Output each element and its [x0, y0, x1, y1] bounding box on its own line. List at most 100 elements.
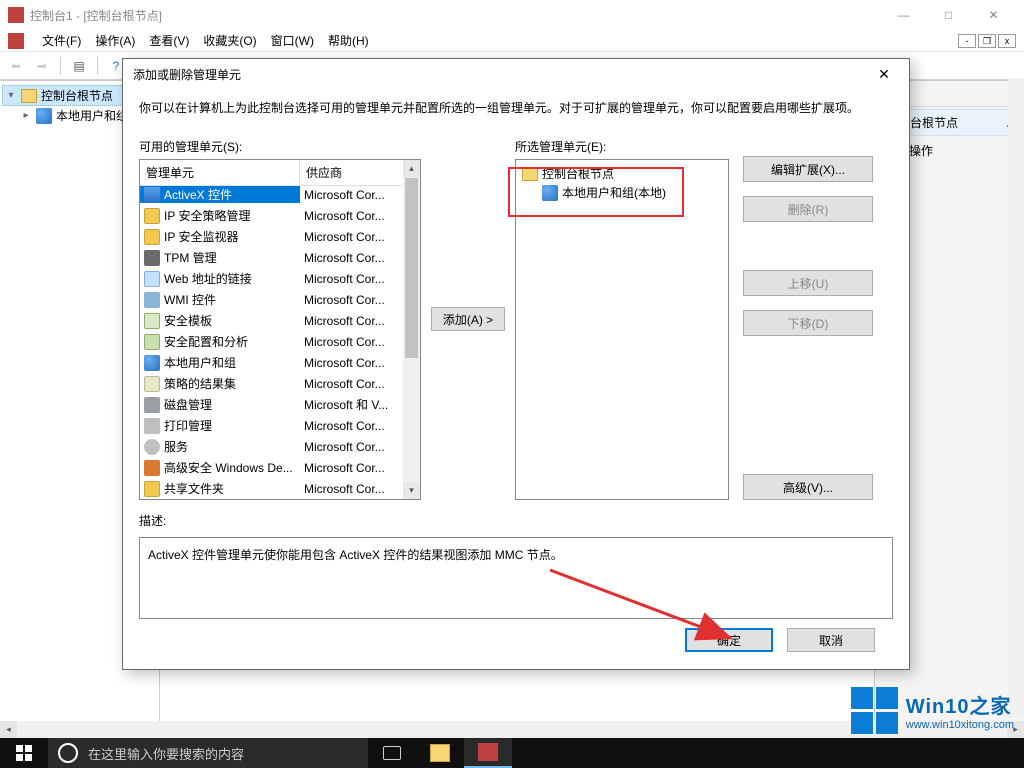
- menu-view[interactable]: 查看(V): [149, 32, 189, 49]
- scroll-down-icon[interactable]: ▾: [403, 482, 420, 499]
- dialog-body: 你可以在计算机上为此控制台选择可用的管理单元并配置所选的一组管理单元。对于可扩展…: [123, 89, 909, 669]
- list-item[interactable]: 服务Microsoft Cor...: [140, 436, 403, 457]
- add-remove-snapin-dialog: 添加或删除管理单元 ✕ 你可以在计算机上为此控制台选择可用的管理单元并配置所选的…: [122, 58, 910, 670]
- dialog-close-button[interactable]: ✕: [869, 59, 899, 89]
- list-item[interactable]: WMI 控件Microsoft Cor...: [140, 289, 403, 310]
- snapin-icon: [144, 397, 160, 413]
- list-item[interactable]: 高级安全 Windows De...Microsoft Cor...: [140, 457, 403, 478]
- move-up-button[interactable]: 上移(U): [743, 270, 873, 296]
- list-item[interactable]: 打印管理Microsoft Cor...: [140, 415, 403, 436]
- watermark: Win10之家 www.win10xitong.com: [851, 687, 1014, 734]
- snapin-icon: [144, 271, 160, 287]
- col-snapin[interactable]: 管理单元: [140, 160, 300, 185]
- menubar: 文件(F) 操作(A) 查看(V) 收藏夹(O) 窗口(W) 帮助(H) - ❐…: [0, 30, 1024, 52]
- search-placeholder: 在这里输入你要搜索的内容: [88, 744, 244, 763]
- selected-snapins-tree[interactable]: 控制台根节点 本地用户和组(本地): [515, 159, 729, 500]
- main-titlebar: 控制台1 - [控制台根节点] — □ ✕: [0, 0, 1024, 30]
- available-snapins-list[interactable]: 管理单元 供应商 ActiveX 控件Microsoft Cor...IP 安全…: [139, 159, 421, 500]
- tree-child-label: 本地用户和组: [56, 107, 128, 124]
- show-hide-tree-button[interactable]: ▤: [67, 55, 91, 77]
- ok-button[interactable]: 确定: [685, 628, 773, 652]
- minimize-button[interactable]: —: [881, 0, 926, 30]
- task-view-button[interactable]: [368, 738, 416, 768]
- forward-button[interactable]: ➡: [30, 55, 54, 77]
- list-item[interactable]: IP 安全监视器Microsoft Cor...: [140, 226, 403, 247]
- scrollbar-thumb[interactable]: [405, 178, 418, 358]
- windows-icon: [16, 745, 32, 761]
- add-button[interactable]: 添加(A) >: [431, 307, 505, 331]
- list-scrollbar[interactable]: ▴ ▾: [403, 160, 420, 499]
- snapin-icon: [144, 376, 160, 392]
- users-icon: [542, 185, 558, 201]
- list-item[interactable]: 策略的结果集Microsoft Cor...: [140, 373, 403, 394]
- mmc-doc-icon: [8, 33, 24, 49]
- mmc-icon: [8, 7, 24, 23]
- list-item[interactable]: TPM 管理Microsoft Cor...: [140, 247, 403, 268]
- taskbar: 在这里输入你要搜索的内容: [0, 738, 1024, 768]
- edit-extensions-button[interactable]: 编辑扩展(X)...: [743, 156, 873, 182]
- tree-expand-icon[interactable]: ▸: [20, 110, 32, 122]
- snapin-icon: [144, 481, 160, 497]
- right-scrollgutter: [1008, 78, 1024, 718]
- list-item[interactable]: 本地用户和组Microsoft Cor...: [140, 352, 403, 373]
- list-item[interactable]: 安全模板Microsoft Cor...: [140, 310, 403, 331]
- window-title: 控制台1 - [控制台根节点]: [30, 7, 162, 24]
- taskbar-mmc[interactable]: [464, 738, 512, 768]
- list-item[interactable]: 磁盘管理Microsoft 和 V...: [140, 394, 403, 415]
- users-icon: [36, 108, 52, 124]
- col-vendor[interactable]: 供应商: [300, 160, 420, 185]
- menu-action[interactable]: 操作(A): [95, 32, 135, 49]
- snapin-icon: [144, 250, 160, 266]
- snapin-icon: [144, 313, 160, 329]
- maximize-button[interactable]: □: [926, 0, 971, 30]
- selected-child[interactable]: 本地用户和组(本地): [540, 183, 724, 202]
- menu-help[interactable]: 帮助(H): [328, 32, 369, 49]
- mdi-restore[interactable]: ❐: [978, 34, 996, 48]
- snapin-icon: [144, 187, 160, 203]
- advanced-button[interactable]: 高级(V)...: [743, 474, 873, 500]
- tree-root-label: 控制台根节点: [41, 87, 113, 104]
- dialog-description: 你可以在计算机上为此控制台选择可用的管理单元并配置所选的一组管理单元。对于可扩展…: [139, 99, 893, 118]
- move-down-button[interactable]: 下移(D): [743, 310, 873, 336]
- snapin-icon: [144, 334, 160, 350]
- selected-label: 所选管理单元(E):: [515, 138, 729, 155]
- list-item[interactable]: ActiveX 控件Microsoft Cor...: [140, 184, 403, 205]
- close-button[interactable]: ✕: [971, 0, 1016, 30]
- cortana-icon: [58, 743, 78, 763]
- scroll-up-icon[interactable]: ▴: [403, 160, 420, 177]
- desc-label: 描述:: [139, 512, 893, 529]
- taskbar-search[interactable]: 在这里输入你要搜索的内容: [48, 738, 368, 768]
- list-item[interactable]: Web 地址的链接Microsoft Cor...: [140, 268, 403, 289]
- tree-collapse-icon[interactable]: ▾: [5, 90, 17, 102]
- mdi-close[interactable]: x: [998, 34, 1016, 48]
- description-box: ActiveX 控件管理单元使你能用包含 ActiveX 控件的结果视图添加 M…: [139, 537, 893, 619]
- remove-button[interactable]: 删除(R): [743, 196, 873, 222]
- list-item[interactable]: 共享文件夹Microsoft Cor...: [140, 478, 403, 499]
- snapin-icon: [144, 229, 160, 245]
- dialog-titlebar[interactable]: 添加或删除管理单元 ✕: [123, 59, 909, 89]
- toolbar-separator: [60, 57, 61, 75]
- watermark-url: www.win10xitong.com: [906, 719, 1014, 731]
- scroll-left-button[interactable]: ◂: [0, 721, 17, 738]
- folder-icon: [21, 89, 37, 103]
- start-button[interactable]: [0, 738, 48, 768]
- toolbar-separator: [97, 57, 98, 75]
- snapin-icon: [144, 292, 160, 308]
- back-button[interactable]: ⬅: [4, 55, 28, 77]
- list-item[interactable]: 安全配置和分析Microsoft Cor...: [140, 331, 403, 352]
- menu-window[interactable]: 窗口(W): [271, 32, 314, 49]
- menu-file[interactable]: 文件(F): [42, 32, 81, 49]
- list-item[interactable]: IP 安全策略管理Microsoft Cor...: [140, 205, 403, 226]
- menu-favorites[interactable]: 收藏夹(O): [203, 32, 256, 49]
- selected-root[interactable]: 控制台根节点: [520, 164, 724, 183]
- taskbar-explorer[interactable]: [416, 738, 464, 768]
- win10-logo-icon: [851, 687, 898, 734]
- cancel-button[interactable]: 取消: [787, 628, 875, 652]
- list-header: 管理单元 供应商: [140, 160, 420, 186]
- folder-icon: [522, 167, 538, 181]
- snapin-icon: [144, 439, 160, 455]
- dialog-title: 添加或删除管理单元: [133, 66, 241, 83]
- mdi-minimize[interactable]: -: [958, 34, 976, 48]
- snapin-icon: [144, 418, 160, 434]
- snapin-icon: [144, 355, 160, 371]
